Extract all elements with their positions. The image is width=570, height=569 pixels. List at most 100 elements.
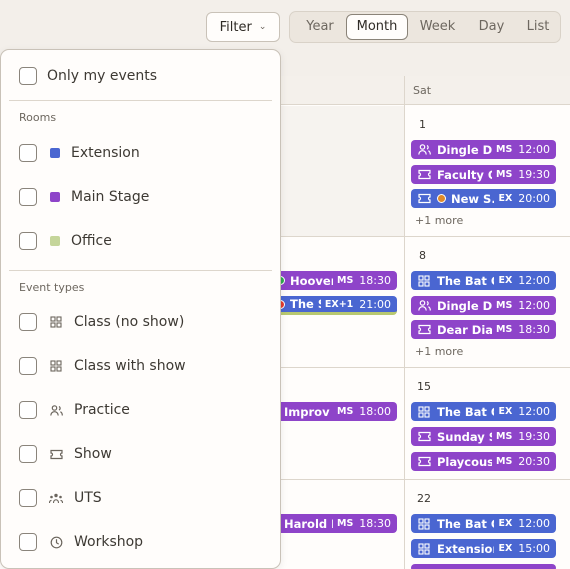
event-room: EX <box>498 275 513 286</box>
ticket-icon <box>49 447 63 461</box>
view-week-button[interactable]: Week <box>411 12 464 42</box>
room-checkbox[interactable] <box>19 232 37 250</box>
event-time: 20:30 <box>518 455 550 468</box>
type-checkbox[interactable] <box>19 401 37 419</box>
filter-room-extension[interactable]: Extension <box>19 143 140 163</box>
class-icon <box>417 405 431 418</box>
class-icon <box>417 542 431 555</box>
room-label: Main Stage <box>71 189 150 205</box>
event-room: MS <box>496 169 513 180</box>
type-checkbox[interactable] <box>19 445 37 463</box>
room-label: Office <box>71 233 112 249</box>
filter-type-show[interactable]: Show <box>19 444 112 464</box>
event-room: MS <box>496 456 513 467</box>
view-month-button[interactable]: Month <box>346 14 408 40</box>
event-title: The Bat C... <box>437 404 494 419</box>
type-checkbox[interactable] <box>19 313 37 331</box>
type-label: Practice <box>74 402 130 418</box>
event-title: Playcous... <box>437 454 492 469</box>
filter-type-practice[interactable]: Practice <box>19 400 130 420</box>
event-chip[interactable]: Hoover MS 18:30 <box>270 271 397 290</box>
event-room: MS <box>496 431 513 442</box>
day-number[interactable]: 22 <box>417 492 431 505</box>
more-events-link[interactable]: +1 more <box>415 345 463 358</box>
event-chip[interactable]: The Bat C... EX 12:00 <box>411 514 556 533</box>
rooms-heading: Rooms <box>19 111 57 124</box>
filter-button-label: Filter <box>219 19 252 35</box>
view-year-button[interactable]: Year <box>295 12 345 42</box>
more-events-link[interactable]: +1 more <box>415 214 463 227</box>
event-chip[interactable]: New S... EX 20:00 <box>411 189 556 208</box>
view-list-button[interactable]: List <box>518 12 558 42</box>
filter-room-main-stage[interactable]: Main Stage <box>19 187 149 207</box>
event-chip[interactable]: Faculty O... MS 19:30 <box>411 165 556 184</box>
filter-button[interactable]: Filter ⌄ <box>206 12 280 42</box>
practice-icon <box>417 144 431 156</box>
filter-type-class-with-show[interactable]: Class with show <box>19 356 186 376</box>
type-checkbox[interactable] <box>19 489 37 507</box>
filter-popover: Only my events Rooms Extension Main Stag… <box>0 49 281 569</box>
event-room: MS <box>337 275 354 286</box>
event-chip[interactable]: Dingle Dr... MS 12:00 <box>411 296 556 315</box>
outside-month-cell <box>281 106 404 236</box>
filter-only-mine[interactable]: Only my events <box>19 66 157 86</box>
event-chip[interactable]: Playcous... MS 20:30 <box>411 452 556 471</box>
room-checkbox[interactable] <box>19 144 37 162</box>
type-label: Workshop <box>74 534 144 550</box>
event-time: 18:30 <box>518 323 550 336</box>
view-switcher: Year Month Week Day List <box>289 11 561 43</box>
event-chip[interactable]: The Bat C... EX 12:00 <box>411 402 556 421</box>
column-divider <box>404 76 405 569</box>
day-number[interactable]: 1 <box>419 118 426 131</box>
view-day-button[interactable]: Day <box>470 12 513 42</box>
day-number[interactable]: 8 <box>419 249 426 262</box>
type-checkbox[interactable] <box>19 357 37 375</box>
event-room: EX <box>498 406 513 417</box>
only-mine-checkbox[interactable] <box>19 67 37 85</box>
event-time: 12:00 <box>518 517 550 530</box>
event-time: 19:30 <box>518 430 550 443</box>
type-label: UTS <box>74 490 102 506</box>
event-chip[interactable]: The S... EX+1 21:00 <box>270 296 397 315</box>
event-time: 21:00 <box>359 297 391 311</box>
ticket-icon <box>417 169 431 181</box>
event-time: 15:00 <box>518 542 550 555</box>
filter-type-uts[interactable]: UTS <box>19 488 102 508</box>
event-chip[interactable]: Harold Ni... MS 18:30 <box>270 514 397 533</box>
event-title: The S... <box>290 297 321 311</box>
event-chip[interactable]: Dingle Dr... MS 12:00 <box>411 140 556 159</box>
event-chip[interactable]: Dear Dia... MS 18:30 <box>411 320 556 339</box>
event-time: 19:30 <box>518 168 550 181</box>
room-color-swatch <box>50 236 60 246</box>
ticket-icon <box>417 456 431 468</box>
event-time: 18:00 <box>359 405 391 418</box>
event-room: EX+1 <box>324 298 354 310</box>
filter-type-workshop[interactable]: Workshop <box>19 532 143 552</box>
event-chip[interactable] <box>411 564 556 569</box>
class-icon <box>417 274 431 287</box>
event-time: 18:30 <box>359 517 391 530</box>
event-title: Dear Dia... <box>437 322 492 337</box>
practice-icon <box>417 300 431 312</box>
room-checkbox[interactable] <box>19 188 37 206</box>
event-title: Improv G... <box>284 404 333 419</box>
filter-type-class-no-show[interactable]: Class (no show) <box>19 312 184 332</box>
event-title: The Bat C... <box>437 516 494 531</box>
event-room: EX <box>498 518 513 529</box>
room-color-swatch <box>50 192 60 202</box>
event-chip[interactable]: The Bat C... EX 12:00 <box>411 271 556 290</box>
type-checkbox[interactable] <box>19 533 37 551</box>
divider <box>9 270 272 271</box>
event-chip[interactable]: Extension... EX 15:00 <box>411 539 556 558</box>
divider <box>9 100 272 101</box>
event-title: The Bat C... <box>437 273 494 288</box>
event-room: MS <box>337 518 354 529</box>
event-chip[interactable]: Improv G... MS 18:00 <box>270 402 397 421</box>
event-time: 12:00 <box>518 299 550 312</box>
room-color-swatch <box>50 148 60 158</box>
filter-room-office[interactable]: Office <box>19 231 112 251</box>
day-number[interactable]: 15 <box>417 380 431 393</box>
event-chip[interactable]: Sunday S... MS 19:30 <box>411 427 556 446</box>
clock-icon <box>49 535 63 549</box>
event-time: 20:00 <box>518 192 550 205</box>
